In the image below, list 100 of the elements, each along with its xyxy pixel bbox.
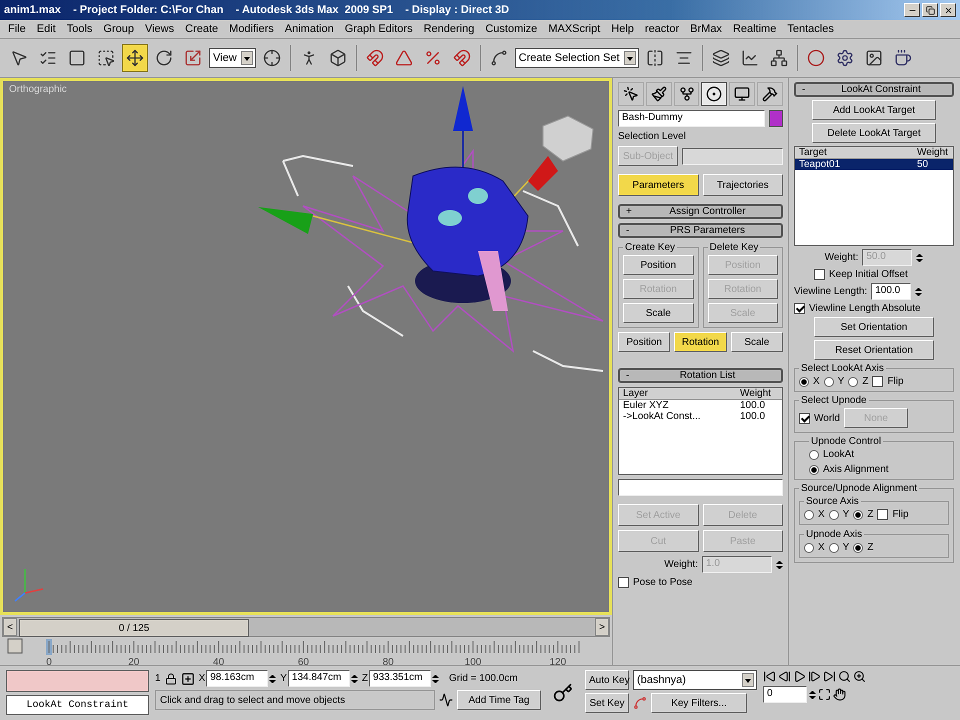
track-tab[interactable]: Rotation bbox=[674, 332, 727, 352]
search-icon[interactable] bbox=[838, 670, 851, 683]
rollout-header[interactable]: - LookAt Constraint bbox=[794, 82, 954, 97]
layer-name: Euler XYZ bbox=[622, 400, 670, 411]
menu-item[interactable]: Animation bbox=[284, 23, 334, 35]
radio-button[interactable] bbox=[828, 510, 839, 520]
zoom-icon[interactable] bbox=[853, 670, 866, 683]
coordinate-field[interactable]: 933.351cm bbox=[369, 670, 432, 687]
radio-button[interactable] bbox=[809, 464, 819, 474]
next-frame-button[interactable]: > bbox=[595, 618, 609, 636]
lock-icon[interactable] bbox=[164, 672, 177, 684]
maxscript-listener-field[interactable] bbox=[6, 670, 149, 692]
track-tab[interactable]: Position bbox=[618, 332, 670, 352]
panel-tab[interactable] bbox=[618, 82, 644, 106]
tool-button[interactable] bbox=[122, 44, 148, 72]
key-filters-button[interactable]: Key Filters... bbox=[651, 693, 747, 713]
target-list[interactable]: Target Weight Teapot01 50 bbox=[794, 146, 954, 246]
menu-item[interactable]: File bbox=[8, 23, 26, 35]
checkbox[interactable] bbox=[872, 376, 884, 387]
rollout-header[interactable]: + Assign Controller bbox=[618, 204, 783, 219]
menu-item[interactable]: Modifiers bbox=[229, 23, 274, 35]
viewline-field[interactable]: 100.0 bbox=[871, 283, 912, 300]
coordinate-field[interactable]: 134.847cm bbox=[288, 670, 350, 687]
sub-object-dropdown[interactable] bbox=[682, 148, 783, 164]
panel-tab[interactable] bbox=[701, 82, 728, 106]
orientation-button[interactable]: Reset Orientation bbox=[814, 340, 934, 360]
radio-button[interactable] bbox=[804, 510, 814, 520]
layer-name-field[interactable] bbox=[618, 479, 783, 496]
checkbox[interactable] bbox=[799, 412, 810, 424]
play-icon[interactable] bbox=[793, 670, 806, 683]
minimize-button[interactable] bbox=[904, 3, 920, 17]
checkbox[interactable] bbox=[814, 269, 825, 280]
radio-button[interactable] bbox=[809, 450, 819, 460]
radio-button[interactable] bbox=[848, 376, 858, 386]
restore-button[interactable] bbox=[922, 3, 938, 17]
frame-number: 40 bbox=[213, 657, 224, 668]
checkbox[interactable] bbox=[618, 577, 629, 588]
panel-tab[interactable] bbox=[646, 82, 672, 106]
radio-button[interactable] bbox=[824, 376, 834, 386]
radio-button[interactable] bbox=[804, 542, 814, 552]
menu-item[interactable]: reactor bbox=[644, 23, 680, 35]
radio-button[interactable] bbox=[828, 542, 839, 552]
skip-forward-icon[interactable] bbox=[823, 670, 836, 683]
panel-tab[interactable] bbox=[757, 82, 783, 106]
menu-item[interactable]: Help bbox=[611, 23, 634, 35]
plus-square-icon[interactable] bbox=[180, 672, 195, 686]
radio-button[interactable] bbox=[799, 376, 809, 386]
curve-icon[interactable] bbox=[633, 696, 647, 710]
set-key-button[interactable]: Set Key bbox=[585, 693, 629, 713]
panel-tab[interactable] bbox=[674, 82, 700, 106]
checkbox[interactable] bbox=[877, 509, 888, 520]
menu-item[interactable]: Realtime bbox=[732, 23, 776, 35]
skip-back-icon[interactable] bbox=[763, 670, 776, 683]
mode-button[interactable]: Parameters bbox=[618, 174, 698, 196]
menu-item[interactable]: Tentacles bbox=[787, 23, 834, 35]
rollout-header[interactable]: - Rotation List bbox=[618, 368, 783, 383]
key-button[interactable]: Position bbox=[623, 255, 694, 275]
time-slider[interactable]: < 0 / 125 > bbox=[2, 617, 610, 637]
dropdown[interactable]: Create Selection Set bbox=[514, 48, 639, 68]
orientation-button[interactable]: Set Orientation bbox=[814, 317, 934, 337]
menu-item[interactable]: Tools bbox=[66, 23, 92, 35]
mode-button[interactable]: Trajectories bbox=[702, 174, 783, 196]
square-icon bbox=[68, 49, 86, 67]
menu-item[interactable]: MAXScript bbox=[548, 23, 600, 35]
menu-item[interactable]: BrMax bbox=[690, 23, 722, 35]
dropdown[interactable]: View bbox=[209, 48, 256, 68]
object-color-swatch[interactable] bbox=[769, 110, 783, 127]
key-set-dropdown[interactable]: (bashnya) bbox=[633, 670, 757, 690]
hand-icon[interactable] bbox=[833, 688, 846, 701]
object-name-field[interactable]: Bash-Dummy bbox=[618, 110, 765, 127]
close-button[interactable] bbox=[940, 3, 956, 17]
target-button[interactable]: Delete LookAt Target bbox=[812, 123, 936, 143]
track-bar[interactable]: 0 20 40 60 80 100 120 bbox=[6, 637, 606, 665]
frame-field[interactable]: 0 bbox=[763, 686, 807, 703]
menu-item[interactable]: Rendering bbox=[424, 23, 474, 35]
coordinate-field[interactable]: 98.163cm bbox=[206, 670, 268, 687]
target-row[interactable]: Teapot01 50 bbox=[795, 159, 953, 170]
menu-item[interactable]: Views bbox=[144, 23, 174, 35]
column-header: Weight bbox=[916, 147, 949, 158]
menu-item[interactable]: Create bbox=[185, 23, 218, 35]
track-tab[interactable]: Scale bbox=[730, 332, 783, 352]
key-button[interactable]: Scale bbox=[623, 303, 694, 323]
menu-item[interactable]: Edit bbox=[36, 23, 56, 35]
layer-list[interactable]: Layer Weight Euler XYZ 100.0 ->LookAt Const... 100.0 bbox=[618, 387, 783, 475]
menu-item[interactable]: Graph Editors bbox=[344, 23, 413, 35]
menu-item[interactable]: Group bbox=[103, 23, 134, 35]
step-back-icon[interactable] bbox=[778, 670, 791, 683]
previous-frame-button[interactable]: < bbox=[3, 618, 17, 636]
auto-key-button[interactable]: Auto Key bbox=[585, 670, 629, 690]
panel-tab[interactable] bbox=[729, 82, 756, 106]
maximize-icon[interactable] bbox=[818, 688, 831, 701]
time-tag-button[interactable]: Add Time Tag bbox=[457, 690, 541, 710]
time-slider-thumb[interactable]: 0 / 125 bbox=[19, 619, 249, 637]
menu-item[interactable]: Customize bbox=[485, 23, 538, 35]
rollout-header[interactable]: - PRS Parameters bbox=[618, 223, 783, 238]
checkbox[interactable] bbox=[794, 303, 805, 314]
radio-button[interactable] bbox=[853, 542, 864, 552]
radio-button[interactable] bbox=[853, 510, 864, 520]
step-forward-icon[interactable] bbox=[808, 670, 821, 683]
target-button[interactable]: Add LookAt Target bbox=[812, 100, 936, 120]
